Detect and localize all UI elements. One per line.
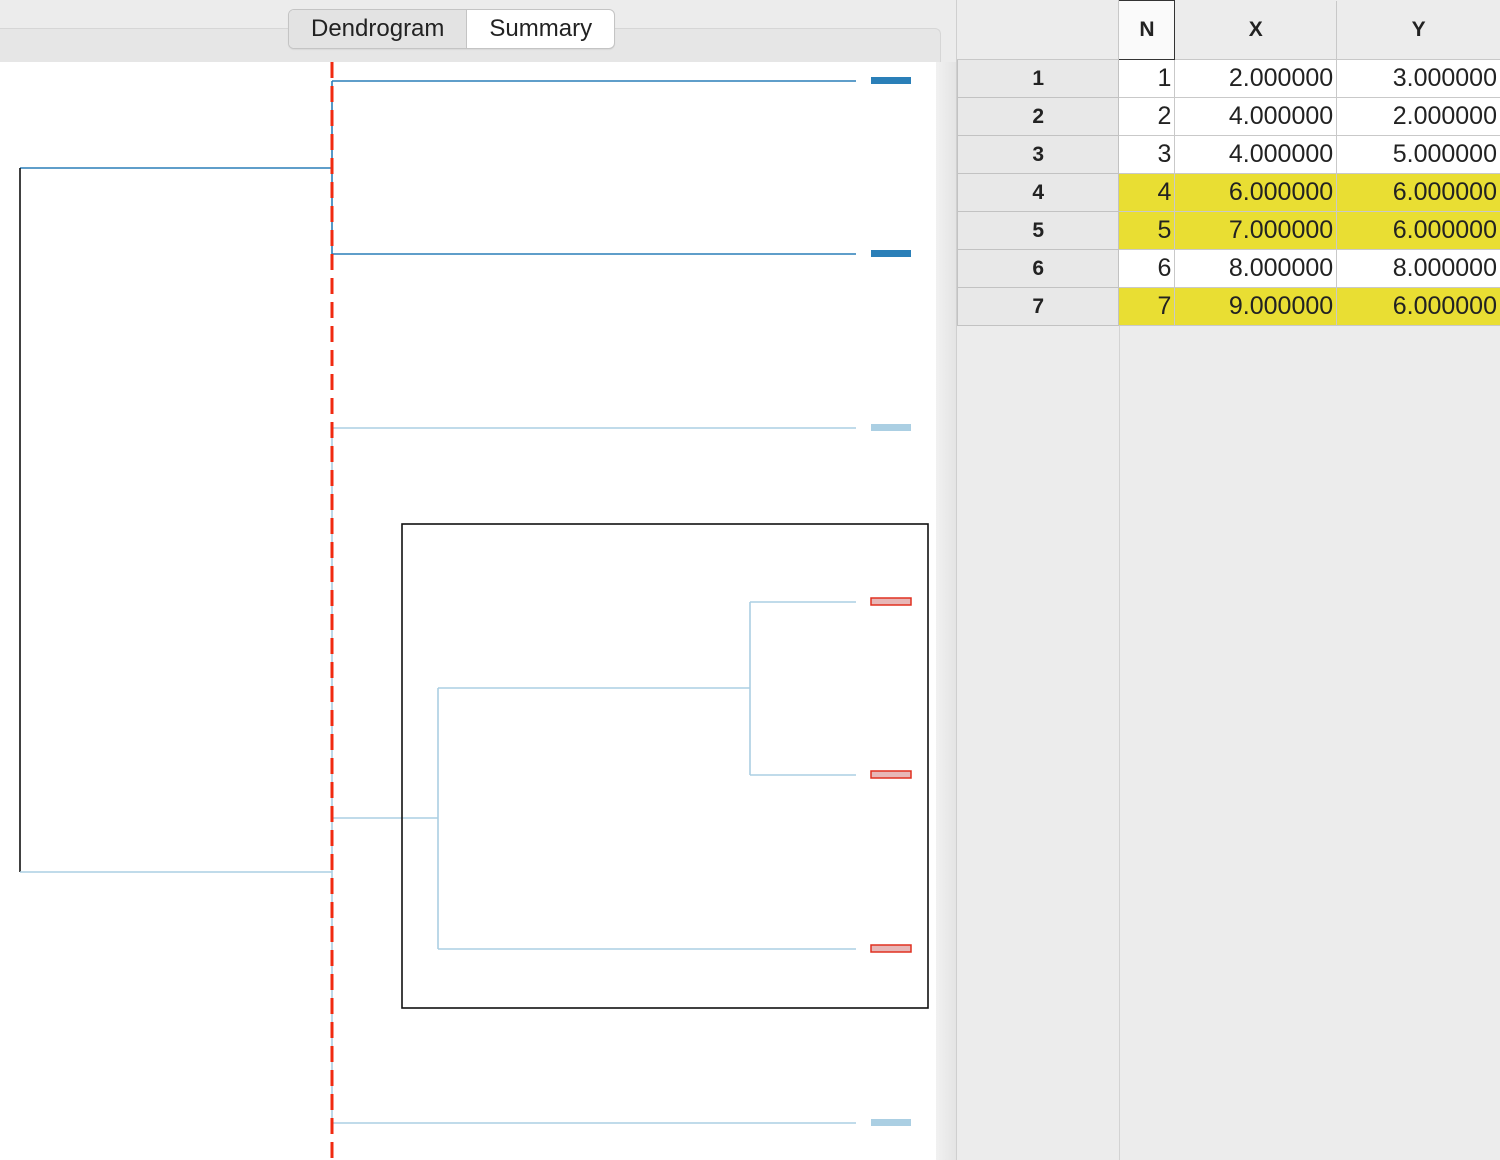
leaf-marker[interactable] (871, 424, 911, 431)
cell-n[interactable]: 7 (1118, 287, 1176, 326)
selection-box[interactable] (401, 523, 929, 1009)
leaf-marker[interactable] (871, 250, 911, 257)
row-header-fill (957, 326, 1120, 1160)
cell-y[interactable]: 6.000000 (1336, 211, 1500, 250)
cell-y[interactable]: 2.000000 (1336, 97, 1500, 136)
data-table: N X Y 1 1 2.000000 3.000000 2 2 4.000000 2.0000… (956, 0, 1500, 326)
table-row[interactable]: 2 2 4.000000 2.000000 (956, 97, 1500, 136)
table-row[interactable]: 4 4 6.000000 6.000000 (956, 173, 1500, 212)
view-tabs: Dendrogram Summary (288, 9, 616, 49)
cell-x[interactable]: 2.000000 (1174, 59, 1338, 98)
row-header[interactable]: 6 (956, 249, 1120, 288)
data-table-pane: N X Y 1 1 2.000000 3.000000 2 2 4.000000 2.0000… (956, 0, 1500, 1160)
cell-y[interactable]: 6.000000 (1336, 173, 1500, 212)
dendrogram-canvas[interactable] (0, 62, 936, 1160)
cell-n[interactable]: 6 (1118, 249, 1176, 288)
cell-x[interactable]: 8.000000 (1174, 249, 1338, 288)
cell-y[interactable]: 3.000000 (1336, 59, 1500, 98)
cluster-dark-blue (20, 80, 856, 255)
row-header[interactable]: 2 (956, 97, 1120, 136)
cell-x[interactable]: 4.000000 (1174, 97, 1338, 136)
leaf-marker[interactable] (871, 1119, 911, 1126)
row-header[interactable]: 1 (956, 59, 1120, 98)
column-header-x[interactable]: X (1174, 0, 1338, 60)
table-row[interactable]: 1 1 2.000000 3.000000 (956, 59, 1500, 98)
column-header-n[interactable]: N (1118, 0, 1176, 60)
cell-x[interactable]: 7.000000 (1174, 211, 1338, 250)
cell-x[interactable]: 6.000000 (1174, 173, 1338, 212)
dendrogram-pane: Dendrogram Summary (0, 0, 956, 1160)
cell-y[interactable]: 6.000000 (1336, 287, 1500, 326)
row-header[interactable]: 5 (956, 211, 1120, 250)
tab-summary[interactable]: Summary (467, 10, 614, 48)
tab-dendrogram[interactable]: Dendrogram (289, 10, 468, 48)
cell-y[interactable]: 5.000000 (1336, 135, 1500, 174)
row-header[interactable]: 3 (956, 135, 1120, 174)
cell-n[interactable]: 5 (1118, 211, 1176, 250)
cell-n[interactable]: 3 (1118, 135, 1176, 174)
dendrogram-plot[interactable] (0, 62, 936, 1160)
table-header-row: N X Y (957, 0, 1500, 60)
cluster-light-blue (331, 427, 856, 1124)
cell-x[interactable]: 9.000000 (1174, 287, 1338, 326)
cell-x[interactable]: 4.000000 (1174, 135, 1338, 174)
table-row[interactable]: 3 3 4.000000 5.000000 (956, 135, 1500, 174)
cell-y[interactable]: 8.000000 (1336, 249, 1500, 288)
cell-n[interactable]: 4 (1118, 173, 1176, 212)
table-row[interactable]: 5 5 7.000000 6.000000 (956, 211, 1500, 250)
cell-n[interactable]: 1 (1118, 59, 1176, 98)
column-header-y[interactable]: Y (1336, 0, 1500, 60)
leaf-marker-selected[interactable] (870, 597, 912, 606)
leaf-marker[interactable] (871, 77, 911, 84)
leaf-marker-selected[interactable] (870, 944, 912, 953)
table-row[interactable]: 6 6 8.000000 8.000000 (956, 249, 1500, 288)
row-header[interactable]: 4 (956, 173, 1120, 212)
cell-n[interactable]: 2 (1118, 97, 1176, 136)
leaf-marker-selected[interactable] (870, 770, 912, 779)
corner-header[interactable] (957, 0, 1120, 60)
table-row[interactable]: 7 7 9.000000 6.000000 (956, 287, 1500, 326)
pane-edge (936, 62, 956, 1160)
row-header[interactable]: 7 (956, 287, 1120, 326)
